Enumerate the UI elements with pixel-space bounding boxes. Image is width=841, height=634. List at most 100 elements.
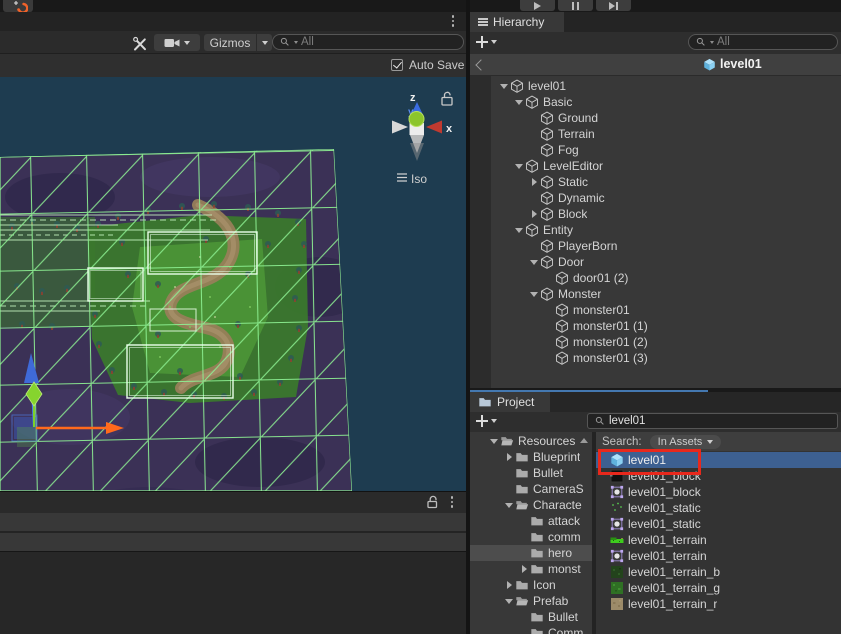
- hierarchy-search-input[interactable]: [717, 36, 831, 48]
- folder-prefab[interactable]: Prefab: [470, 593, 592, 609]
- hierarchy-item-level01[interactable]: level01: [470, 78, 841, 94]
- search-scope-dropdown[interactable]: In Assets: [650, 435, 722, 449]
- hierarchy-item-block[interactable]: Block: [470, 206, 841, 222]
- hierarchy-item-terrain[interactable]: Terrain: [470, 126, 841, 142]
- expand-arrow-icon[interactable]: [513, 94, 525, 110]
- bottom-panel-kebab-icon[interactable]: [447, 495, 457, 509]
- dark-green-texture-icon: [610, 565, 624, 579]
- folder-open-icon: [515, 498, 529, 512]
- tab-project[interactable]: Project: [470, 392, 550, 412]
- search-icon: [695, 36, 707, 48]
- auto-save-checkbox[interactable]: [391, 59, 403, 71]
- project-create-button[interactable]: [476, 415, 497, 427]
- gameobject-icon: [540, 207, 554, 221]
- project-search-field[interactable]: [587, 413, 838, 429]
- breadcrumb: level01: [703, 57, 762, 71]
- result-level01-terrain-r[interactable]: level01_terrain_r: [596, 596, 841, 612]
- result-level01-terrain-b[interactable]: level01_terrain_b: [596, 564, 841, 580]
- scene-viewport[interactable]: z y x Iso: [0, 77, 466, 491]
- step-button[interactable]: [596, 0, 631, 11]
- gizmos-dropdown[interactable]: Gizmos: [204, 34, 272, 51]
- hierarchy-item-door01[interactable]: door01 (2): [470, 270, 841, 286]
- expand-arrow-icon[interactable]: [513, 158, 525, 174]
- result-level01[interactable]: level01: [596, 452, 841, 468]
- hierarchy-item-basic[interactable]: Basic: [470, 94, 841, 110]
- hierarchy-item-monster01-3[interactable]: monster01 (3): [470, 350, 841, 366]
- result-level01-static-prefab[interactable]: level01_static: [596, 500, 841, 516]
- gizmos-caret-button[interactable]: [256, 34, 272, 51]
- lock-icon[interactable]: [426, 495, 440, 509]
- hierarchy-item-fog[interactable]: Fog: [470, 142, 841, 158]
- gameobject-icon: [540, 287, 554, 301]
- result-level01-terrain-data[interactable]: level01_terrain: [596, 532, 841, 548]
- expand-arrow-icon[interactable]: [503, 577, 515, 593]
- folder-bullet[interactable]: Bullet: [470, 465, 592, 481]
- scene-search-field[interactable]: [272, 34, 464, 50]
- expand-arrow-icon[interactable]: [503, 497, 515, 513]
- project-search-input[interactable]: [609, 415, 831, 427]
- expand-arrow-icon[interactable]: [503, 449, 515, 465]
- expand-arrow-icon[interactable]: [528, 286, 540, 302]
- expand-arrow-icon[interactable]: [503, 593, 515, 609]
- folder-bullet-2[interactable]: Bullet: [470, 609, 592, 625]
- hierarchy-tab-label: Hierarchy: [493, 15, 544, 29]
- hierarchy-item-monster01-1[interactable]: monster01 (1): [470, 318, 841, 334]
- folder-resources[interactable]: Resources: [470, 433, 592, 449]
- expand-arrow-icon[interactable]: [518, 561, 530, 577]
- result-level01-block-tex[interactable]: level01_block: [596, 468, 841, 484]
- hierarchy-item-static[interactable]: Static: [470, 174, 841, 190]
- project-tab-label: Project: [497, 395, 534, 409]
- hierarchy-create-button[interactable]: [476, 36, 497, 48]
- hierarchy-item-monster01[interactable]: monster01: [470, 302, 841, 318]
- folder-comm-2[interactable]: Comm: [470, 625, 592, 634]
- hierarchy-item-monster[interactable]: Monster: [470, 286, 841, 302]
- result-level01-terrain-g[interactable]: level01_terrain_g: [596, 580, 841, 596]
- expand-arrow-icon[interactable]: [528, 206, 540, 222]
- hierarchy-item-dynamic[interactable]: Dynamic: [470, 190, 841, 206]
- result-level01-terrain-mesh[interactable]: level01_terrain: [596, 548, 841, 564]
- pause-icon: [572, 2, 580, 10]
- folder-character[interactable]: Characte: [470, 497, 592, 513]
- prefab-cube-icon: [610, 453, 624, 467]
- result-level01-static-mesh[interactable]: level01_static: [596, 516, 841, 532]
- bottom-panel-row[interactable]: [0, 533, 466, 551]
- tools-icon[interactable]: [132, 36, 148, 52]
- unity-editor-window: Gizmos Auto Save: [0, 0, 841, 634]
- axis-z-label: z: [410, 92, 416, 104]
- bottom-panel-row[interactable]: [0, 513, 466, 531]
- search-results-header: Search: In Assets: [596, 432, 841, 451]
- pause-button[interactable]: [558, 0, 593, 11]
- hierarchy-search-field[interactable]: [688, 34, 838, 50]
- hierarchy-item-door[interactable]: Door: [470, 254, 841, 270]
- scene-search-input[interactable]: [301, 36, 457, 48]
- folder-hero[interactable]: hero: [470, 545, 592, 561]
- scene-menu-kebab-icon[interactable]: [448, 14, 458, 28]
- expand-arrow-icon[interactable]: [528, 174, 540, 190]
- expand-arrow-icon[interactable]: [488, 433, 500, 449]
- folder-blueprint[interactable]: Blueprint: [470, 449, 592, 465]
- expand-arrow-icon[interactable]: [513, 222, 525, 238]
- folder-icon: [515, 578, 529, 592]
- folder-cameras[interactable]: CameraS: [470, 481, 592, 497]
- hierarchy-item-entity[interactable]: Entity: [470, 222, 841, 238]
- axis-y-ball[interactable]: [409, 112, 424, 127]
- folder-icon-dir[interactable]: Icon: [470, 577, 592, 593]
- top-left-tool-button[interactable]: [3, 0, 33, 12]
- hierarchy-item-leveleditor[interactable]: LevelEditor: [470, 158, 841, 174]
- result-level01-block-mesh[interactable]: level01_block: [596, 484, 841, 500]
- gizmos-button[interactable]: Gizmos: [204, 34, 256, 51]
- tab-hierarchy[interactable]: Hierarchy: [470, 12, 564, 32]
- folder-icon: [530, 530, 544, 544]
- play-button[interactable]: [520, 0, 555, 11]
- hierarchy-item-playerborn[interactable]: PlayerBorn: [470, 238, 841, 254]
- expand-arrow-icon[interactable]: [528, 254, 540, 270]
- projection-label: Iso: [411, 172, 427, 186]
- folder-icon: [530, 546, 544, 560]
- folder-attack[interactable]: attack: [470, 513, 592, 529]
- folder-monster[interactable]: monst: [470, 561, 592, 577]
- hierarchy-item-monster01-2[interactable]: monster01 (2): [470, 334, 841, 350]
- folder-comm[interactable]: comm: [470, 529, 592, 545]
- expand-arrow-icon[interactable]: [498, 78, 510, 94]
- scene-camera-dropdown[interactable]: [154, 34, 200, 51]
- hierarchy-item-ground[interactable]: Ground: [470, 110, 841, 126]
